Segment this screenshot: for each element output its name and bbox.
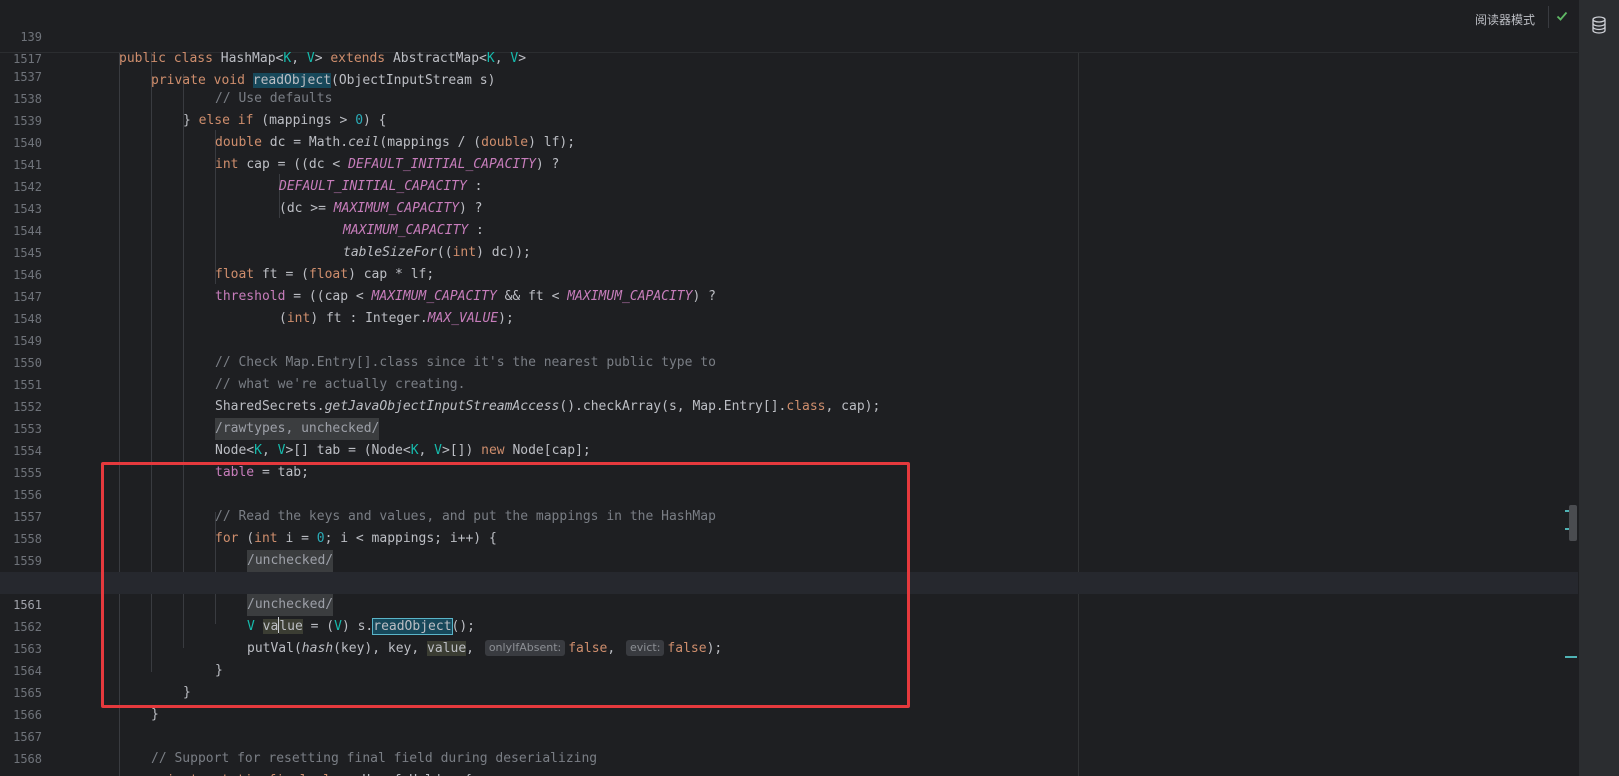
code-line[interactable]: 1541 DEFAULT_INITIAL_CAPACITY : (0, 132, 1578, 194)
code-text: private void readObject(ObjectInputStrea… (151, 73, 496, 88)
code-line[interactable]: 1544 tableSizeFor((int) dc)); (0, 198, 1578, 260)
code-line[interactable]: 1550 // what we're actually creating. (0, 330, 1578, 392)
code-line[interactable]: 1567 // Support for resetting final fiel… (0, 704, 1578, 766)
code-text: private static final class UnsafeHolder … (151, 770, 472, 776)
code-line[interactable]: 1545 float ft = (float) cap * lf; (0, 220, 1578, 282)
code-editor[interactable]: 139 public class HashMap<K, V> extends A… (0, 0, 1578, 776)
code-line[interactable]: 1559 K key = (K) s.readObject(); (0, 528, 1578, 590)
code-line[interactable]: 1555 (0, 440, 1578, 480)
scrollbar-marker[interactable] (1565, 656, 1577, 658)
code-line[interactable]: 1542 (dc >= MAXIMUM_CAPACITY) ? (0, 154, 1578, 216)
code-line[interactable]: 1553 Node<K, V>[] tab = (Node<K, V>[]) n… (0, 396, 1578, 458)
code-line[interactable]: 1562 putVal(hash(key), key, value, onlyI… (0, 594, 1578, 656)
reader-mode-button[interactable]: 阅读器模式 (1475, 11, 1535, 28)
code-line[interactable]: 1566 (0, 682, 1578, 722)
code-line-current[interactable]: 1561 V value = (V) s.readObject(); (0, 572, 1578, 635)
code-line[interactable]: 1569 private UnsafeHolder() { throw new … (0, 748, 1578, 776)
code-text: public class HashMap<K, V> extends Abstr… (119, 51, 527, 66)
code-line[interactable]: 1565 } (0, 660, 1578, 722)
code-line[interactable]: 1543 MAXIMUM_CAPACITY : (0, 176, 1578, 238)
code-line[interactable]: 1552 /rawtypes, unchecked/ (0, 374, 1578, 440)
code-line[interactable]: 1540 int cap = ((dc < DEFAULT_INITIAL_CA… (0, 110, 1578, 172)
code-line[interactable]: 1558 /unchecked/ (0, 506, 1578, 572)
sticky-line-class[interactable]: 139 public class HashMap<K, V> extends A… (0, 4, 1578, 66)
code-line[interactable]: 1564 } (0, 638, 1578, 700)
code-line[interactable]: 1548 (0, 286, 1578, 326)
code-line[interactable]: 1560 /unchecked/ (0, 550, 1578, 616)
code-line[interactable]: 1556 // Read the keys and values, and pu… (0, 462, 1578, 524)
database-icon[interactable] (1591, 16, 1607, 38)
code-line[interactable]: 1546 threshold = ((cap < MAXIMUM_CAPACIT… (0, 242, 1578, 304)
code-line[interactable]: 1568 private static final class UnsafeHo… (0, 726, 1578, 776)
code-line[interactable]: 1551 SharedSecrets.getJavaObjectInputStr… (0, 352, 1578, 414)
sticky-scroll-header: 139 public class HashMap<K, V> extends A… (0, 0, 1578, 88)
line-number: 1569 (0, 770, 42, 776)
right-tool-window-bar (1578, 0, 1619, 776)
code-line[interactable]: 1563 } (0, 616, 1578, 678)
code-line[interactable]: 1554 table = tab; (0, 418, 1578, 480)
code-line[interactable]: 1547 (int) ft : Integer.MAX_VALUE); (0, 264, 1578, 326)
line-number: 1517 (13, 52, 42, 66)
sticky-line-method[interactable]: 1517 private void readObject(ObjectInput… (0, 26, 1578, 88)
code-line[interactable]: 1557 for (int i = 0; i < mappings; i++) … (0, 484, 1578, 546)
check-icon[interactable] (1556, 10, 1568, 26)
code-line[interactable]: 1549 // Check Map.Entry[].class since it… (0, 308, 1578, 370)
vertical-scrollbar-thumb[interactable] (1569, 505, 1577, 541)
toolbar-divider (1548, 6, 1549, 28)
